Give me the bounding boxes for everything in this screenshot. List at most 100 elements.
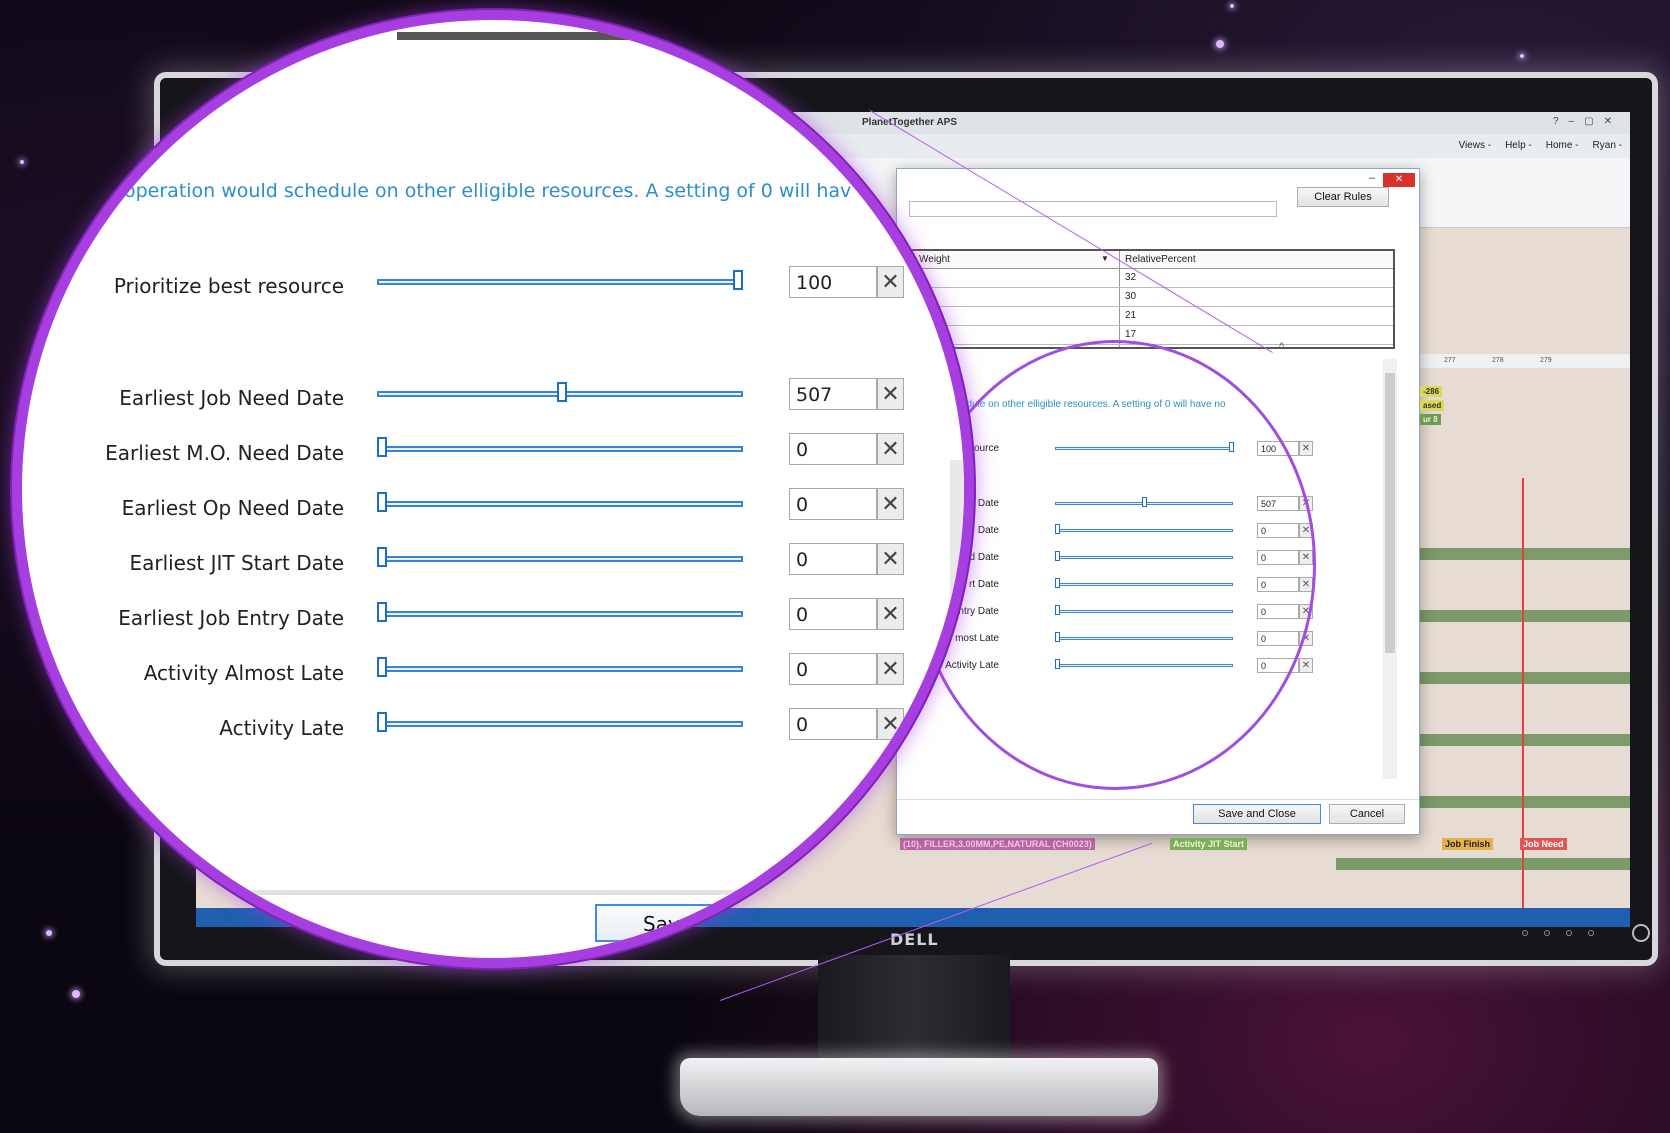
weight-slider-row: Earliest JIT Start Date 0 ✕ — [22, 543, 964, 583]
cancel-button[interactable]: Cancel — [1329, 804, 1405, 824]
dialog-top-edge — [397, 32, 857, 40]
clear-rules-button[interactable]: Clear Rules — [1297, 187, 1389, 207]
percent-cell: 30 — [1125, 291, 1137, 302]
slider-label: Prioritize best resource — [113, 274, 344, 298]
grid-header: Weight ▼ RelativePercent — [911, 251, 1393, 269]
menu-item[interactable]: Views - — [1458, 140, 1491, 151]
slider-track[interactable] — [377, 279, 743, 285]
weight-value-input[interactable]: 0 — [789, 543, 877, 575]
monitor-buttons — [1522, 930, 1594, 936]
slider-track[interactable] — [377, 666, 743, 672]
clear-icon[interactable]: ✕ — [877, 543, 904, 575]
clear-icon[interactable]: ✕ — [877, 266, 904, 298]
rule-filter-input[interactable] — [909, 201, 1277, 217]
weight-slider-row: Earliest Op Need Date 0 ✕ — [22, 488, 964, 528]
monitor-base — [680, 1058, 1158, 1116]
vertical-scrollbar[interactable] — [950, 460, 964, 860]
gantt-tag: -286 — [1420, 386, 1443, 397]
divider — [897, 799, 1419, 800]
power-icon — [1632, 924, 1650, 942]
weight-value-input[interactable]: 507 — [789, 378, 877, 410]
slider-label: Activity Almost Late — [143, 661, 344, 685]
gantt-job-need-label: Job Need — [1520, 838, 1567, 850]
timeline-tick: 279 — [1540, 357, 1552, 364]
weight-slider-row: Activity Almost Late 0 ✕ — [22, 653, 964, 693]
weight-value-input[interactable]: 0 — [789, 653, 877, 685]
slider-handle[interactable] — [377, 602, 387, 622]
menu-items: Views - Help - Home - Ryan - — [1458, 140, 1622, 151]
sparkle — [1216, 40, 1224, 48]
close-button[interactable]: ✕ — [1383, 173, 1415, 187]
slider-track[interactable] — [377, 501, 743, 507]
magnifier-circle: operation would schedule on other elligi… — [12, 10, 974, 968]
gantt-jit-start-label: Activity JIT Start — [1170, 838, 1248, 850]
weight-slider-row: Earliest M.O. Need Date 0 ✕ — [22, 433, 964, 473]
clear-icon[interactable]: ✕ — [877, 378, 904, 410]
weight-slider-row: Prioritize best resource 100 ✕ — [22, 266, 964, 306]
slider-handle[interactable] — [377, 547, 387, 567]
weight-value-input[interactable]: 0 — [789, 488, 877, 520]
slider-handle[interactable] — [377, 437, 387, 457]
weight-slider-row: Earliest Job Need Date 507 ✕ — [22, 378, 964, 418]
menu-item[interactable]: Help - — [1505, 140, 1532, 151]
clear-icon[interactable]: ✕ — [1299, 658, 1313, 673]
clear-icon[interactable]: ✕ — [877, 598, 904, 630]
hint-text: operation would schedule on other elligi… — [124, 180, 852, 202]
slider-label: Earliest JIT Start Date — [129, 551, 344, 575]
dialog-scrollbar[interactable] — [1383, 359, 1397, 779]
weight-slider-row: Activity Late 0 ✕ — [22, 708, 964, 748]
save-and-close-button[interactable]: Save and Close — [1193, 804, 1321, 824]
sort-icon[interactable]: ▼ — [1101, 254, 1109, 263]
table-row[interactable]: 30 — [911, 288, 1393, 307]
sparkle — [1230, 4, 1234, 8]
slider-track[interactable] — [377, 556, 743, 562]
weight-value-input[interactable]: 100 — [789, 266, 877, 298]
minimize-icon[interactable]: – — [1369, 172, 1375, 184]
clear-icon[interactable]: ✕ — [877, 708, 904, 740]
save-and-close-button[interactable]: Save a — [595, 904, 855, 942]
timeline-tick: 277 — [1444, 357, 1456, 364]
slider-handle[interactable] — [377, 492, 387, 512]
slider-label: Earliest Job Need Date — [119, 386, 344, 410]
slider-label: Earliest M.O. Need Date — [105, 441, 344, 465]
gantt-row — [1336, 858, 1630, 870]
sparkle — [72, 990, 80, 998]
clear-icon[interactable]: ✕ — [1299, 441, 1313, 456]
percent-cell: 17 — [1125, 329, 1137, 340]
zoom-source-circle — [914, 340, 1316, 790]
slider-track[interactable] — [377, 721, 743, 727]
gantt-tag: ur 8 — [1420, 414, 1441, 425]
slider-track[interactable] — [377, 446, 743, 452]
horizontal-scrollbar[interactable] — [130, 890, 890, 895]
rules-grid: Weight ▼ RelativePercent 132302117 — [909, 249, 1395, 349]
clear-icon[interactable]: ✕ — [877, 433, 904, 465]
menu-item[interactable]: Ryan - — [1593, 140, 1622, 151]
percent-cell: 21 — [1125, 310, 1137, 321]
sparkle — [1520, 54, 1524, 58]
percent-cell: 32 — [1125, 272, 1137, 283]
menu-item[interactable]: Home - — [1546, 140, 1579, 151]
window-controls[interactable]: ?–▢✕ — [1553, 116, 1622, 127]
weight-value-input[interactable]: 0 — [789, 433, 877, 465]
slider-label: Earliest Op Need Date — [121, 496, 344, 520]
slider-handle[interactable] — [733, 270, 743, 290]
chevron-up-icon[interactable]: ^ — [1279, 341, 1284, 353]
clear-icon[interactable]: ✕ — [877, 488, 904, 520]
gantt-job-finish-label: Job Finish — [1442, 838, 1493, 850]
scroll-thumb[interactable] — [1385, 373, 1395, 653]
weight-slider-row: Earliest Job Entry Date 0 ✕ — [22, 598, 964, 638]
clear-icon[interactable]: ✕ — [877, 653, 904, 685]
weight-value-input[interactable]: 0 — [789, 708, 877, 740]
slider-label: Earliest Job Entry Date — [118, 606, 344, 630]
gantt-tag: ased — [1420, 400, 1445, 411]
slider-handle[interactable] — [377, 712, 387, 732]
slider-handle[interactable] — [557, 382, 568, 402]
column-header-relative-percent[interactable]: RelativePercent — [1125, 254, 1196, 265]
slider-handle[interactable] — [377, 657, 387, 677]
weight-value-input[interactable]: 0 — [789, 598, 877, 630]
table-row[interactable]: 17 — [911, 326, 1393, 345]
timeline-tick: 278 — [1492, 357, 1504, 364]
slider-label: Activity Late — [219, 716, 344, 740]
slider-track[interactable] — [377, 611, 743, 617]
table-row[interactable]: 21 — [911, 307, 1393, 326]
